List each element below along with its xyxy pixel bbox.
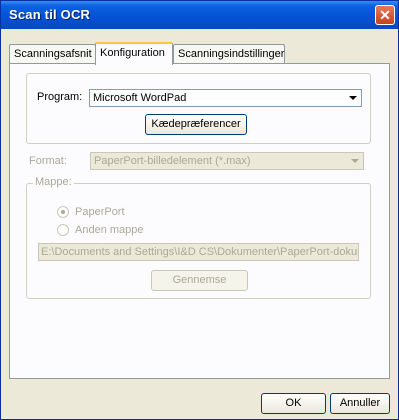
chevron-down-icon[interactable]: [348, 154, 362, 168]
format-label: Format:: [29, 155, 67, 167]
close-button[interactable]: ✕: [375, 5, 395, 25]
radio-paperport-label: PaperPort: [75, 206, 125, 218]
dialog-window: Scan til OCR ✕ Scanningsafsnit Konfigura…: [0, 0, 399, 420]
format-value: PaperPort-billedelement (*.max): [94, 155, 251, 167]
close-icon: ✕: [379, 7, 391, 23]
folder-path-field[interactable]: E:\Documents and Settings\I&D CS\Dokumen…: [38, 243, 359, 261]
tab-scanningsafsnit[interactable]: Scanningsafsnit: [9, 44, 96, 63]
radio-other-folder-label: Anden mappe: [75, 224, 144, 236]
browse-button[interactable]: Gennemse: [151, 270, 248, 291]
folder-group: Mappe: PaperPort Anden mappe E:\Document…: [26, 176, 371, 299]
format-select[interactable]: PaperPort-billedelement (*.max): [90, 152, 364, 170]
tab-label: Konfiguration: [100, 47, 165, 59]
tab-bar: Scanningsafsnit Konfiguration Scanningsi…: [9, 42, 390, 65]
tab-label: Scanningsafsnit: [14, 48, 92, 60]
ok-button[interactable]: OK: [261, 393, 326, 414]
title-bar[interactable]: Scan til OCR ✕: [1, 1, 398, 29]
radio-paperport[interactable]: [57, 206, 69, 218]
chain-preferences-button[interactable]: Kædepræferencer: [145, 114, 247, 135]
tab-panel: Program: Microsoft WordPad Kædepræferenc…: [9, 63, 390, 379]
tab-scanningsindstillinger[interactable]: Scanningsindstillinger: [173, 44, 285, 63]
folder-path-value: E:\Documents and Settings\I&D CS\Dokumen…: [41, 246, 359, 258]
program-label: Program:: [37, 91, 83, 103]
program-select[interactable]: Microsoft WordPad: [89, 89, 362, 107]
cancel-button[interactable]: Annuller: [330, 393, 390, 414]
radio-other-folder[interactable]: [57, 224, 69, 236]
program-group: Program: Microsoft WordPad Kædepræferenc…: [26, 73, 371, 144]
chevron-down-icon[interactable]: [346, 91, 360, 105]
program-value: Microsoft WordPad: [93, 92, 187, 104]
tab-label: Scanningsindstillinger: [178, 48, 285, 60]
window-title: Scan til OCR: [9, 7, 91, 22]
folder-legend: Mappe:: [33, 176, 74, 188]
tab-konfiguration[interactable]: Konfiguration: [95, 42, 173, 65]
